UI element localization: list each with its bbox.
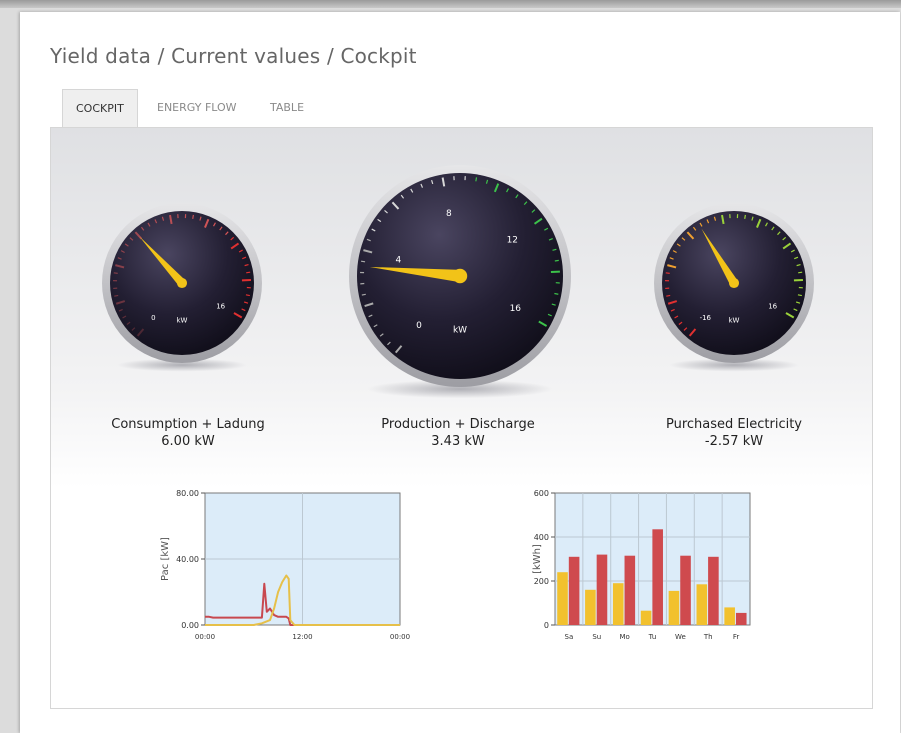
pac-line-chart: 0.00 40.00 80.00 Pac [kW] 00:00 12:00 00:00 (160, 489, 410, 641)
bar-Th-2 (708, 556, 719, 625)
gauge-tick-label: 12 (507, 235, 518, 245)
bar-Tu-1 (640, 610, 652, 625)
gauge-title-purchased: Purchased Electricity (666, 417, 802, 432)
y-tick-label: 200 (534, 577, 549, 586)
bar-Fr-2 (735, 612, 747, 625)
gauge-label-production: Production + Discharge 3.43 kW (328, 416, 588, 450)
tab-cockpit[interactable]: COCKPIT (62, 89, 138, 128)
gauge-tick-label: 16 (216, 302, 225, 310)
gauge-tick (665, 272, 670, 274)
bar-Th-1 (696, 584, 708, 625)
gauge-tick (798, 271, 803, 274)
tab-table[interactable]: TABLE (270, 89, 304, 127)
x-tick-label: Tu (648, 633, 657, 641)
gauge-needle-hub (728, 277, 740, 289)
x-tick-label: 12:00 (292, 633, 312, 641)
gauge-tick (475, 177, 478, 182)
gauge-tick (114, 294, 119, 297)
gauge-needle-hub (176, 277, 188, 289)
consumption-gauge: 0 16 kW (102, 203, 262, 372)
y-axis-label: Pac [kW] (160, 537, 171, 581)
x-tick-label: Fr (733, 633, 740, 641)
page-title: Yield data / Current values / Cockpit (50, 44, 417, 68)
gauge-value-production: 3.43 kW (431, 434, 485, 449)
gauge-tick-label: 4 (395, 255, 401, 265)
gauge-tick-label: 16 (768, 302, 777, 310)
y-tick-label: 600 (534, 489, 549, 498)
y-tick-label: 80.00 (176, 489, 199, 498)
bar-Fr-1 (724, 607, 735, 625)
gauge-value-consumption: 6.00 kW (161, 434, 215, 449)
gauge-unit: kW (729, 317, 740, 325)
bar-Sa-1 (557, 572, 568, 625)
window-top-strip (0, 0, 901, 8)
gauge-title-consumption: Consumption + Ladung (111, 417, 265, 432)
production-gauge: 0 4 8 12 16 kW (349, 165, 571, 399)
bar-Mo-2 (624, 555, 636, 625)
gauge-tick (113, 272, 118, 274)
y-tick-label: 400 (534, 533, 549, 542)
gauge-value-purchased: -2.57 kW (704, 434, 764, 449)
gauge-unit: kW (453, 326, 467, 336)
bar-Su-2 (596, 554, 608, 625)
gauge-tick (554, 292, 559, 295)
gauge-tick-label: 0 (151, 314, 155, 322)
y-axis-label: [kWh] (532, 544, 543, 574)
y-tick-label: 40.00 (176, 555, 199, 564)
x-tick-label: 00:00 (390, 633, 410, 641)
gauge-tick (666, 294, 671, 297)
bar-Tu-2 (652, 529, 663, 625)
gauge-tick-label: 8 (446, 209, 452, 219)
bar-We-1 (668, 590, 680, 625)
bar-We-2 (680, 555, 691, 625)
gauge-title-production: Production + Discharge (381, 417, 535, 432)
gauge-unit: kW (177, 317, 188, 325)
gauge-tick (361, 293, 366, 296)
bar-Mo-1 (612, 583, 624, 625)
tab-energy-flow[interactable]: ENERGY FLOW (157, 89, 237, 127)
x-tick-label: 00:00 (195, 633, 215, 641)
gauge-label-consumption: Consumption + Ladung 6.00 kW (58, 416, 318, 450)
gauge-tick (246, 271, 251, 274)
x-tick-label: Th (703, 633, 713, 641)
purchased-gauge: -16 16 kW (654, 203, 814, 372)
x-tick-label: Su (592, 633, 601, 641)
gauge-tick-label: -16 (700, 314, 712, 322)
gauge-label-purchased: Purchased Electricity -2.57 kW (604, 416, 864, 450)
gauge-tick (797, 294, 802, 297)
x-tick-label: We (675, 633, 686, 641)
gauge-tick-label: 0 (416, 321, 422, 331)
bar-Su-1 (585, 589, 596, 625)
gauge-tick (554, 259, 559, 262)
bar-Sa-2 (568, 556, 580, 625)
y-tick-label: 0.00 (181, 621, 199, 630)
gauge-tick (744, 214, 746, 219)
gauge-tick-label: 16 (510, 304, 522, 314)
gauge-needle-hub (452, 268, 468, 284)
gauge-tick (361, 260, 366, 263)
y-tick-label: 0 (544, 621, 549, 630)
energy-bar-chart: 0 200 400 600 [kWh] Sa Su Mo Tu We Th Fr (532, 489, 751, 641)
x-tick-label: Mo (619, 633, 629, 641)
gauge-tick (192, 214, 194, 219)
gauge-tick (245, 294, 250, 297)
x-tick-label: Sa (565, 633, 574, 641)
